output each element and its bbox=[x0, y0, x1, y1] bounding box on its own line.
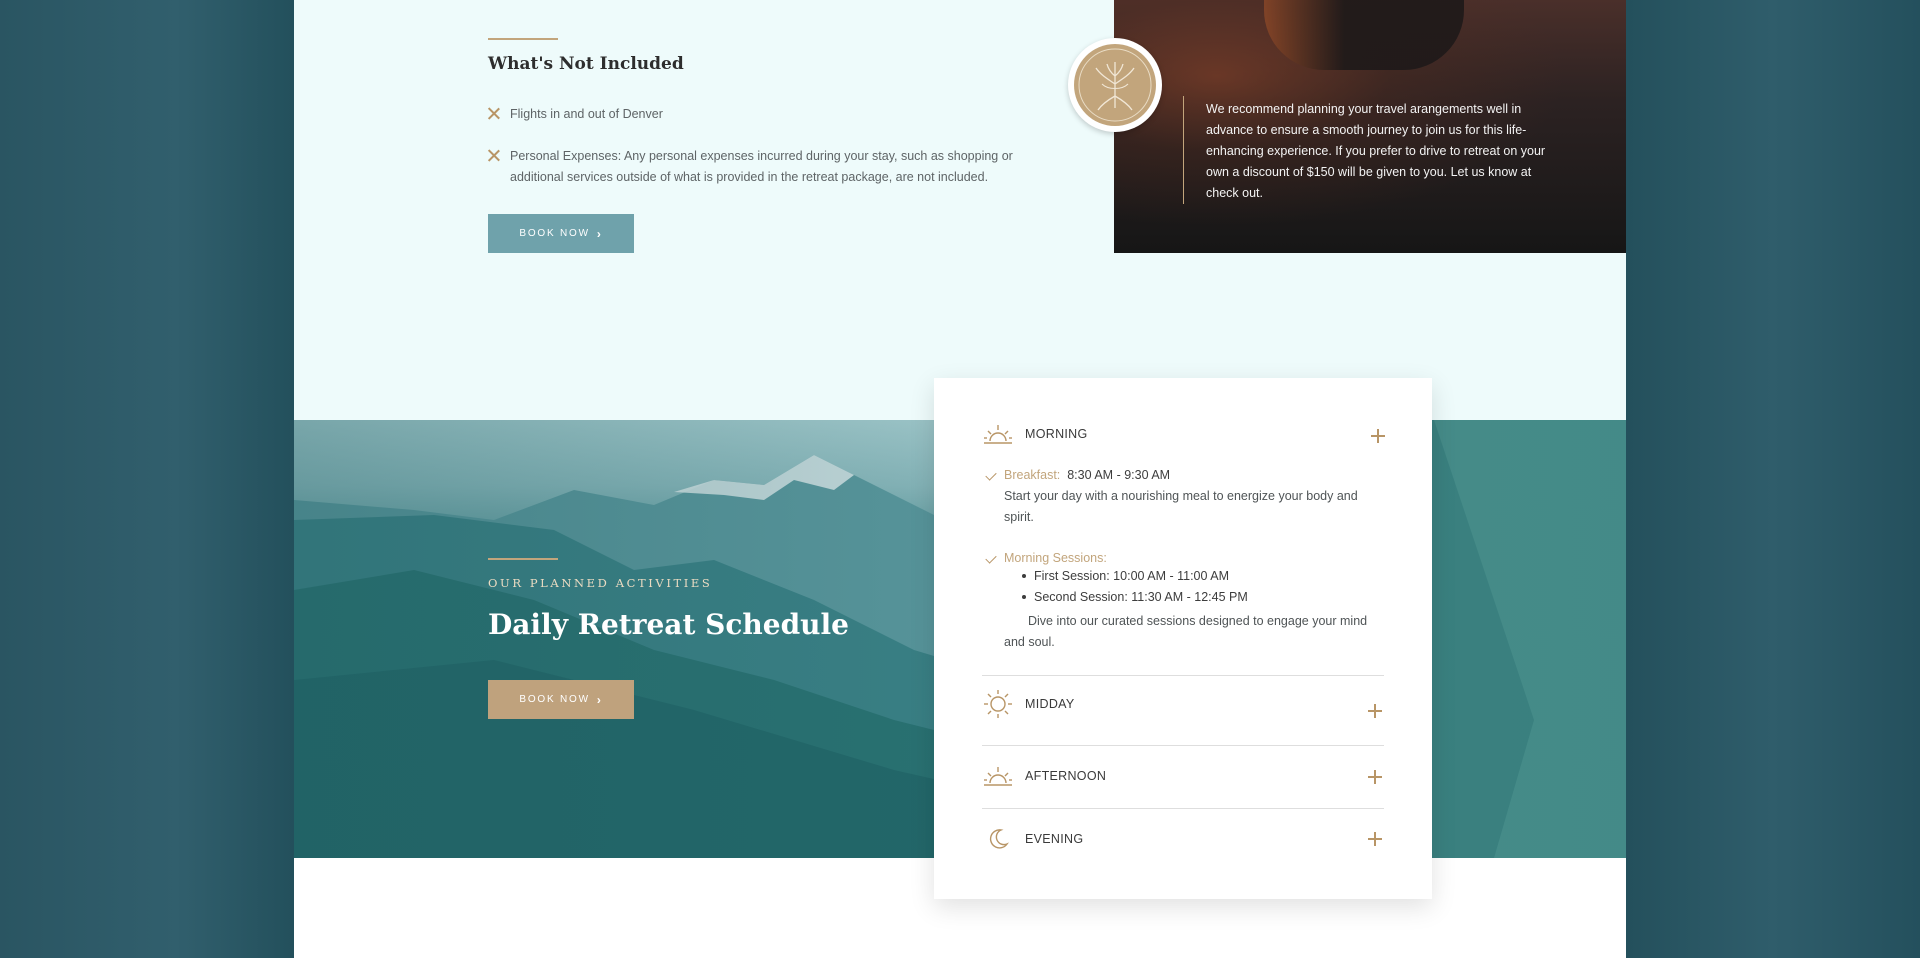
accordion-header-morning[interactable]: MORNING bbox=[982, 420, 1088, 448]
book-now-button[interactable]: BOOK NOW › bbox=[488, 680, 634, 719]
not-included-section: What's Not Included Flights in and out o… bbox=[294, 0, 1626, 420]
sunset-icon bbox=[982, 762, 1014, 790]
schedule-title: Daily Retreat Schedule bbox=[488, 608, 849, 641]
session-text: First Session: 10:00 AM - 11:00 AM bbox=[1034, 569, 1229, 583]
not-included-item: Flights in and out of Denver bbox=[488, 104, 1030, 125]
accordion-label: MORNING bbox=[1025, 427, 1088, 441]
session-item: First Session: 10:00 AM - 11:00 AM bbox=[1022, 569, 1229, 583]
accordion-header-midday[interactable]: MIDDAY bbox=[982, 690, 1075, 718]
sessions-heading: Morning Sessions: bbox=[1004, 548, 1374, 569]
silhouette-figure bbox=[1264, 0, 1464, 70]
moon-icon bbox=[982, 825, 1014, 853]
not-included-item-text: Personal Expenses: Any personal expenses… bbox=[510, 149, 1013, 184]
retreat-emblem-logo bbox=[1068, 38, 1162, 132]
breakfast-description: Start your day with a nourishing meal to… bbox=[1004, 489, 1358, 524]
plus-icon[interactable] bbox=[1368, 832, 1382, 846]
schedule-accordion: MORNING Breakfast: 8:30 AM - 9:30 AM Sta… bbox=[934, 378, 1432, 899]
emblem-inner bbox=[1074, 44, 1156, 126]
tree-of-life-icon bbox=[1078, 48, 1152, 122]
x-icon bbox=[488, 149, 500, 161]
accent-line bbox=[488, 38, 558, 40]
breakfast-time: 8:30 AM - 9:30 AM bbox=[1067, 468, 1171, 482]
schedule-eyebrow: OUR PLANNED ACTIVITIES bbox=[488, 576, 713, 590]
accordion-label: EVENING bbox=[1025, 832, 1084, 846]
accordion-header-evening[interactable]: EVENING bbox=[982, 825, 1083, 853]
plus-icon[interactable] bbox=[1371, 429, 1385, 443]
bullet-dot bbox=[1022, 595, 1026, 599]
check-icon bbox=[985, 469, 997, 481]
accordion-divider bbox=[982, 675, 1384, 676]
quote-line bbox=[1183, 96, 1184, 204]
accordion-label: MIDDAY bbox=[1025, 697, 1075, 711]
background-right bbox=[1626, 0, 1920, 958]
check-icon bbox=[985, 552, 997, 564]
chevron-right-icon: › bbox=[596, 226, 603, 241]
sun-icon bbox=[982, 690, 1014, 718]
background-left bbox=[0, 0, 294, 958]
page: What's Not Included Flights in and out o… bbox=[294, 0, 1626, 958]
travel-note: We recommend planning your travel arange… bbox=[1206, 102, 1546, 200]
sessions-description: Dive into our curated sessions designed … bbox=[1004, 614, 1368, 649]
not-included-title: What's Not Included bbox=[488, 54, 684, 74]
accordion-divider bbox=[982, 808, 1384, 809]
breakfast-detail: Breakfast: 8:30 AM - 9:30 AM Start your … bbox=[1004, 465, 1374, 528]
book-now-button[interactable]: BOOK NOW › bbox=[488, 214, 634, 253]
x-icon bbox=[488, 107, 500, 119]
not-included-item: Personal Expenses: Any personal expenses… bbox=[488, 146, 1030, 188]
plus-icon[interactable] bbox=[1368, 704, 1382, 718]
travel-photo: We recommend planning your travel arange… bbox=[1114, 0, 1626, 253]
book-now-label: BOOK NOW bbox=[519, 694, 590, 705]
not-included-item-text: Flights in and out of Denver bbox=[510, 107, 663, 121]
session-item: Second Session: 11:30 AM - 12:45 PM bbox=[1022, 590, 1248, 604]
sunrise-icon bbox=[982, 420, 1014, 448]
accordion-label: AFTERNOON bbox=[1025, 769, 1107, 783]
chevron-right-icon: › bbox=[596, 692, 603, 707]
bullet-dot bbox=[1022, 574, 1026, 578]
accordion-divider bbox=[982, 745, 1384, 746]
plus-icon[interactable] bbox=[1368, 770, 1382, 784]
session-text: Second Session: 11:30 AM - 12:45 PM bbox=[1034, 590, 1248, 604]
book-now-label: BOOK NOW bbox=[519, 228, 590, 239]
accordion-header-afternoon[interactable]: AFTERNOON bbox=[982, 762, 1106, 790]
sessions-label: Morning Sessions: bbox=[1004, 551, 1107, 565]
breakfast-label: Breakfast: bbox=[1004, 468, 1061, 482]
accent-line bbox=[488, 558, 558, 560]
